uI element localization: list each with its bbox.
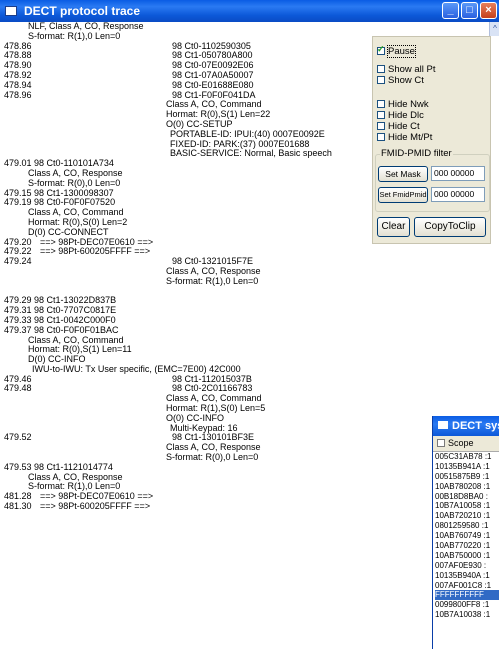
trace-message: ==> 98Pt-600205FFFF ==> <box>40 246 151 257</box>
scope-label: Scope <box>448 438 474 448</box>
options-panel: Pause Show all Pt Show Ct Hide Nwk Hide … <box>372 36 491 244</box>
hide-dlc-label: Hide Dlc <box>388 110 424 121</box>
pause-checkbox[interactable]: Pause <box>377 44 416 58</box>
trace-message: ==> 98Pt-600205FFFF ==> <box>40 501 151 512</box>
show-ct-checkbox-box[interactable] <box>377 76 385 84</box>
scrollbar-up-arrow[interactable]: ^ <box>489 22 499 36</box>
trace-log[interactable]: NLF, Class A, CO, Response S-format: R(1)… <box>0 22 370 649</box>
show-all-pt-label: Show all Pt <box>388 64 436 75</box>
dect-system-title: DECT system <box>452 420 499 432</box>
mask-input[interactable]: 000 00000 <box>431 166 485 181</box>
copy-to-clip-button[interactable]: CopyToClip <box>414 217 486 237</box>
device-list-item[interactable]: 00515875B9 :1 <box>435 472 499 482</box>
show-all-pt-checkbox[interactable]: Show all Pt <box>377 64 436 75</box>
device-list-item[interactable]: 00B18D8BA0 : <box>435 492 499 502</box>
hide-mtpt-label: Hide Mt/Pt <box>388 132 433 143</box>
set-fmidpmid-button[interactable]: Set FmidPmid <box>378 187 428 203</box>
fmidpmid-input[interactable]: 000 00000 <box>431 187 485 202</box>
device-list-item[interactable]: 007AF001C8 :1 <box>435 581 499 591</box>
show-ct-checkbox[interactable]: Show Ct <box>377 75 424 86</box>
hide-dlc-checkbox[interactable]: Hide Dlc <box>377 110 424 121</box>
trace-timestamp: 481.30 <box>4 501 32 512</box>
trace-line: S-format: R(1),0 Len=0 <box>0 275 370 287</box>
device-list-item[interactable]: 007AF0E930 : <box>435 561 499 571</box>
hide-ct-label: Hide Ct <box>388 121 420 132</box>
trace-timestamp: 479.48 <box>4 383 32 394</box>
title-bar: DECT protocol trace _ □ × <box>0 0 499 22</box>
device-list-item[interactable]: 10AB750000 :1 <box>435 551 499 561</box>
device-list-item[interactable]: 005C31AB78 :1 <box>435 452 499 462</box>
dect-system-title-bar: DECT system <box>433 416 499 436</box>
clear-button[interactable]: Clear <box>377 217 410 237</box>
fmid-pmid-filter-group: FMID-PMID filter Set Mask 000 00000 Set … <box>375 148 490 212</box>
app-icon <box>5 6 17 16</box>
device-list-item[interactable]: 10AB780208 :1 <box>435 482 499 492</box>
hide-nwk-checkbox[interactable]: Hide Nwk <box>377 99 429 110</box>
trace-message: BASIC-SERVICE: Normal, Basic speech <box>170 148 332 159</box>
trace-message: S-format: R(0),0 Len=0 <box>166 452 259 463</box>
trace-line: 481.30 ==> 98Pt-600205FFFF ==> <box>0 501 370 512</box>
device-list-item[interactable]: 10B7A10058 :1 <box>435 501 499 511</box>
device-list-item[interactable]: 0801259580 :1 <box>435 521 499 531</box>
hide-dlc-checkbox-box[interactable] <box>377 111 385 119</box>
pause-label: Pause <box>387 45 416 58</box>
maximize-button[interactable]: □ <box>461 2 478 19</box>
device-list-item[interactable]: 10B7A10038 :1 <box>435 610 499 620</box>
trace-timestamp: 479.24 <box>4 256 32 267</box>
hide-nwk-label: Hide Nwk <box>388 99 429 110</box>
device-list-item[interactable]: 10AB720210 :1 <box>435 511 499 521</box>
trace-timestamp: 479.52 <box>4 432 32 443</box>
hide-ct-checkbox-box[interactable] <box>377 122 385 130</box>
trace-message: S-format: R(1),0 Len=0 <box>166 275 259 286</box>
scope-checkbox-box[interactable] <box>437 439 445 447</box>
device-list-item[interactable]: 10AB770220 :1 <box>435 541 499 551</box>
device-list[interactable]: 005C31AB78 :1 10135B941A :1 00515875B9 :1 1… <box>433 452 499 620</box>
device-list-item[interactable]: 10135B940A :1 <box>435 571 499 581</box>
minimize-button[interactable]: _ <box>442 2 459 19</box>
window-title: DECT protocol trace <box>24 4 141 18</box>
trace-timestamp: 478.96 <box>4 89 32 100</box>
hide-ct-checkbox[interactable]: Hide Ct <box>377 121 420 132</box>
device-list-item[interactable]: 0099800FF8 :1 <box>435 600 499 610</box>
hide-nwk-checkbox-box[interactable] <box>377 100 385 108</box>
pause-checkbox-box[interactable] <box>377 44 385 55</box>
app-icon <box>438 421 448 429</box>
hide-mtpt-checkbox-box[interactable] <box>377 133 385 141</box>
close-button[interactable]: × <box>480 2 497 19</box>
trace-message: S-format: R(1),0 Len=0 <box>28 30 121 41</box>
hide-mtpt-checkbox[interactable]: Hide Mt/Pt <box>377 132 432 143</box>
dect-system-window: DECT system Scope 005C31AB78 :110135B941… <box>432 416 499 649</box>
set-mask-button[interactable]: Set Mask <box>378 166 428 182</box>
device-list-item[interactable]: 10AB760749 :1 <box>435 531 499 541</box>
scope-checkbox[interactable]: Scope <box>433 436 499 452</box>
device-list-item[interactable]: FFFFFFFFFF <box>435 590 499 601</box>
show-ct-label: Show Ct <box>388 75 424 86</box>
filter-group-title: FMID-PMID filter <box>380 148 453 159</box>
show-all-pt-checkbox-box[interactable] <box>377 65 385 73</box>
device-list-item[interactable]: 10135B941A :1 <box>435 462 499 472</box>
